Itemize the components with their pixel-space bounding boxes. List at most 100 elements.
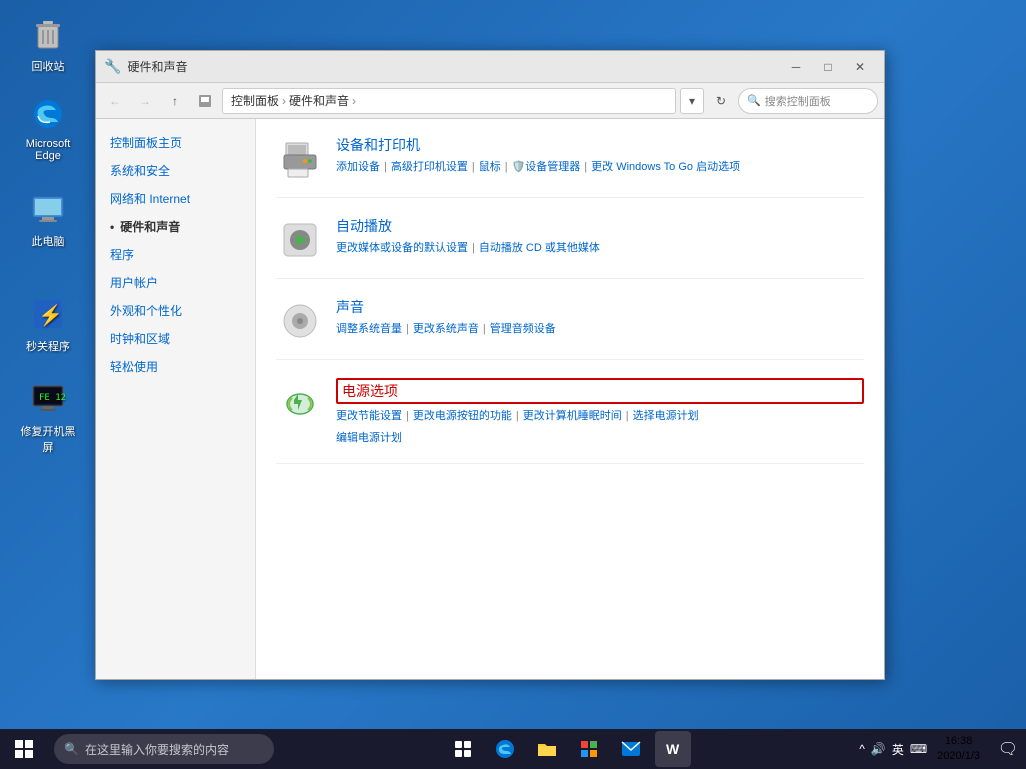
forward-button[interactable]: →	[132, 88, 158, 114]
tray-language[interactable]: 英	[892, 741, 904, 758]
recycle-bin-icon	[28, 14, 68, 54]
tray-keyboard[interactable]: ⌨	[910, 742, 927, 756]
link-adjust-volume[interactable]: 调整系统音量	[336, 320, 402, 340]
taskbar-file-explorer[interactable]	[529, 731, 565, 767]
autoplay-title[interactable]: 自动播放	[336, 216, 864, 236]
taskbar-clock[interactable]: 16:38 2020/1/3	[931, 732, 986, 767]
refresh-button[interactable]: ↻	[708, 88, 734, 114]
devices-printers-icon	[276, 135, 324, 183]
maximize-button[interactable]: □	[812, 52, 844, 82]
category-sound: 声音 调整系统音量 | 更改系统声音 | 管理音频设备	[276, 297, 864, 360]
link-autoplay-cd[interactable]: 自动播放 CD 或其他媒体	[479, 239, 600, 259]
window-titlebar-icon: 🔧	[104, 58, 121, 75]
link-change-media[interactable]: 更改媒体或设备的默认设置	[336, 239, 468, 259]
link-device-manager[interactable]: 🛡️设备管理器	[512, 158, 581, 178]
autoplay-content: 自动播放 更改媒体或设备的默认设置 | 自动播放 CD 或其他媒体	[336, 216, 864, 259]
desktop: 回收站 Microsoft Edge 此电脑 ⚡	[0, 0, 1026, 769]
up-button[interactable]: ↑	[162, 88, 188, 114]
sidebar-item-appearance[interactable]: 外观和个性化	[96, 297, 255, 325]
sidebar-label-appearance: 外观和个性化	[110, 302, 182, 320]
sidebar-item-hardware[interactable]: 硬件和声音	[96, 213, 255, 241]
clock-date: 2020/1/3	[937, 749, 980, 764]
quick-shortcuts-icon: ⚡	[28, 294, 68, 334]
notification-button[interactable]: 🗨	[990, 729, 1026, 769]
tray-expand[interactable]: ^	[859, 742, 865, 756]
sound-title[interactable]: 声音	[336, 297, 864, 317]
sidebar-item-network[interactable]: 网络和 Internet	[96, 185, 255, 213]
sidebar-item-user-accounts[interactable]: 用户帐户	[96, 269, 255, 297]
sidebar: 控制面板主页 系统和安全 网络和 Internet 硬件和声音 程序 用户帐户	[96, 119, 256, 679]
taskbar-store[interactable]	[571, 731, 607, 767]
start-button[interactable]	[0, 729, 48, 769]
power-links: 更改节能设置 | 更改电源按钮的功能 | 更改计算机睡眠时间 | 选择电源计划	[336, 407, 864, 427]
category-power: 电源选项 更改节能设置 | 更改电源按钮的功能 | 更改计算机睡眠时间 | 选择…	[276, 378, 864, 464]
tray-volume[interactable]: 🔊	[871, 742, 886, 756]
taskbar-app-icons: W	[280, 731, 855, 767]
link-sleep-time[interactable]: 更改计算机睡眠时间	[523, 407, 622, 427]
sidebar-item-control-panel-home[interactable]: 控制面板主页	[96, 129, 255, 157]
desktop-icon-edge[interactable]: Microsoft Edge	[12, 90, 84, 166]
devices-printers-links: 添加设备 | 高级打印机设置 | 鼠标 | 🛡️设备管理器 | 更改 Windo…	[336, 158, 864, 178]
window-body: 控制面板主页 系统和安全 网络和 Internet 硬件和声音 程序 用户帐户	[96, 119, 884, 679]
link-power-save[interactable]: 更改节能设置	[336, 407, 402, 427]
word-icon-letter: W	[666, 741, 679, 757]
power-sublinks: 编辑电源计划	[336, 429, 864, 449]
search-placeholder: 搜索控制面板	[765, 93, 831, 109]
category-devices-printers: 设备和打印机 添加设备 | 高级打印机设置 | 鼠标 | 🛡️设备管理器 | 更…	[276, 135, 864, 198]
link-change-sound[interactable]: 更改系统声音	[413, 320, 479, 340]
link-manage-audio[interactable]: 管理音频设备	[490, 320, 556, 340]
sidebar-item-accessibility[interactable]: 轻松使用	[96, 353, 255, 381]
sound-content: 声音 调整系统音量 | 更改系统声音 | 管理音频设备	[336, 297, 864, 340]
window-controls: ─ □ ✕	[780, 52, 876, 82]
sidebar-label-programs: 程序	[110, 246, 134, 264]
link-power-plan[interactable]: 选择电源计划	[633, 407, 699, 427]
window-title: 硬件和声音	[127, 58, 780, 75]
desktop-icon-quick-shortcuts[interactable]: ⚡ 秒关程序	[12, 290, 84, 358]
taskbar-word[interactable]: W	[655, 731, 691, 767]
taskbar-edge[interactable]	[487, 731, 523, 767]
sidebar-label-home: 控制面板主页	[110, 134, 182, 152]
sidebar-item-programs[interactable]: 程序	[96, 241, 255, 269]
autoplay-links: 更改媒体或设备的默认设置 | 自动播放 CD 或其他媒体	[336, 239, 864, 259]
devices-printers-title[interactable]: 设备和打印机	[336, 135, 864, 155]
link-windows-to-go[interactable]: 更改 Windows To Go 启动选项	[591, 158, 740, 178]
edge-label: Microsoft Edge	[16, 138, 80, 162]
desktop-icon-this-pc[interactable]: 此电脑	[12, 185, 84, 253]
address-dropdown[interactable]: ▾	[680, 88, 704, 114]
autoplay-icon	[276, 216, 324, 264]
sidebar-label-users: 用户帐户	[110, 274, 158, 292]
close-button[interactable]: ✕	[844, 52, 876, 82]
breadcrumb-part1: 控制面板	[231, 92, 279, 109]
sound-icon	[276, 297, 324, 345]
link-add-device[interactable]: 添加设备	[336, 158, 380, 178]
back-button[interactable]: ←	[102, 88, 128, 114]
sidebar-item-clock[interactable]: 时钟和区域	[96, 325, 255, 353]
link-advanced-print[interactable]: 高级打印机设置	[391, 158, 468, 178]
fix-screen-label: 修复开机黑屏	[16, 423, 80, 455]
breadcrumb-part2: 硬件和声音	[289, 92, 349, 109]
desktop-icon-recycle-bin[interactable]: 回收站	[12, 10, 84, 78]
minimize-button[interactable]: ─	[780, 52, 812, 82]
sidebar-label-hardware: 硬件和声音	[120, 218, 180, 236]
search-box[interactable]: 🔍 搜索控制面板	[738, 88, 878, 114]
power-title[interactable]: 电源选项	[336, 378, 864, 404]
this-pc-icon	[28, 189, 68, 229]
power-icon	[276, 378, 324, 426]
link-edit-plan[interactable]: 编辑电源计划	[336, 429, 402, 449]
address-bar: ← → ↑ 控制面板 › 硬件和声音 › ▾ ↻ 🔍 搜索控制面板	[96, 83, 884, 119]
sidebar-item-system-security[interactable]: 系统和安全	[96, 157, 255, 185]
taskbar-search-icon: 🔍	[64, 742, 79, 756]
taskbar-task-view[interactable]	[445, 731, 481, 767]
devices-printers-content: 设备和打印机 添加设备 | 高级打印机设置 | 鼠标 | 🛡️设备管理器 | 更…	[336, 135, 864, 178]
link-power-btn[interactable]: 更改电源按钮的功能	[413, 407, 512, 427]
control-panel-window: 🔧 硬件和声音 ─ □ ✕ ← → ↑ 控制面板 › 硬件和声音 › ▾ ↻	[95, 50, 885, 680]
main-content: 设备和打印机 添加设备 | 高级打印机设置 | 鼠标 | 🛡️设备管理器 | 更…	[256, 119, 884, 679]
sound-links: 调整系统音量 | 更改系统声音 | 管理音频设备	[336, 320, 864, 340]
address-path[interactable]: 控制面板 › 硬件和声音 ›	[222, 88, 676, 114]
taskbar-mail[interactable]	[613, 731, 649, 767]
desktop-icon-fix-screen[interactable]: FE 123724 修复开机黑屏	[12, 375, 84, 459]
taskbar-search[interactable]: 🔍 在这里输入你要搜索的内容	[54, 734, 274, 764]
link-mouse[interactable]: 鼠标	[479, 158, 501, 178]
quick-shortcuts-label: 秒关程序	[26, 338, 70, 354]
svg-text:FE 123724: FE 123724	[39, 393, 66, 403]
